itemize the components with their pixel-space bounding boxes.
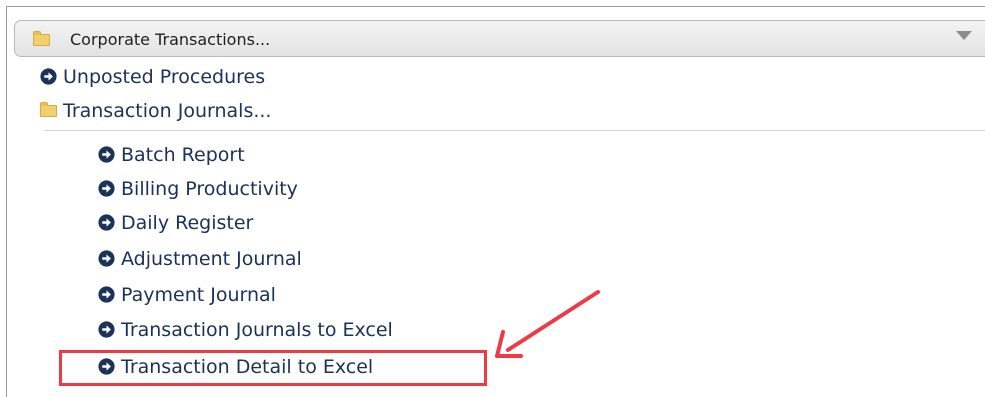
arrow-circle-right-icon — [98, 321, 115, 338]
section-header-corporate-transactions[interactable]: Corporate Transactions... — [14, 20, 985, 57]
menu-item-label: Daily Register — [121, 212, 254, 234]
menu-item-label: Batch Report — [121, 144, 245, 166]
menu-item-label: Billing Productivity — [121, 178, 298, 200]
menu-item-label: Unposted Procedures — [63, 66, 266, 88]
menu-item-daily-register[interactable]: Daily Register — [98, 209, 253, 237]
arrow-circle-right-icon — [98, 180, 115, 197]
folder-icon — [40, 102, 57, 117]
menu-item-label: Payment Journal — [121, 284, 276, 306]
section-header-label: Corporate Transactions... — [70, 30, 271, 49]
menu-folder-label: Transaction Journals... — [63, 100, 272, 122]
menu-item-adjustment-journal[interactable]: Adjustment Journal — [98, 245, 302, 273]
arrow-circle-right-icon — [98, 286, 115, 303]
menu-item-transaction-journals-to-excel[interactable]: Transaction Journals to Excel — [98, 316, 393, 344]
chevron-down-icon[interactable] — [956, 31, 972, 40]
annotation-highlight-box — [59, 350, 487, 386]
divider — [44, 130, 985, 131]
menu-item-batch-report[interactable]: Batch Report — [98, 141, 245, 169]
arrow-circle-right-icon — [40, 68, 57, 85]
menu-item-label: Adjustment Journal — [121, 248, 302, 270]
menu-item-payment-journal[interactable]: Payment Journal — [98, 281, 276, 309]
arrow-circle-right-icon — [98, 250, 115, 267]
menu-item-label: Transaction Journals to Excel — [121, 319, 393, 341]
menu-item-billing-productivity[interactable]: Billing Productivity — [98, 175, 298, 203]
menu-folder-transaction-journals[interactable]: Transaction Journals... — [40, 97, 271, 125]
arrow-circle-right-icon — [98, 214, 115, 231]
arrow-circle-right-icon — [98, 146, 115, 163]
menu-item-unposted-procedures[interactable]: Unposted Procedures — [40, 63, 265, 91]
folder-icon — [33, 31, 50, 46]
